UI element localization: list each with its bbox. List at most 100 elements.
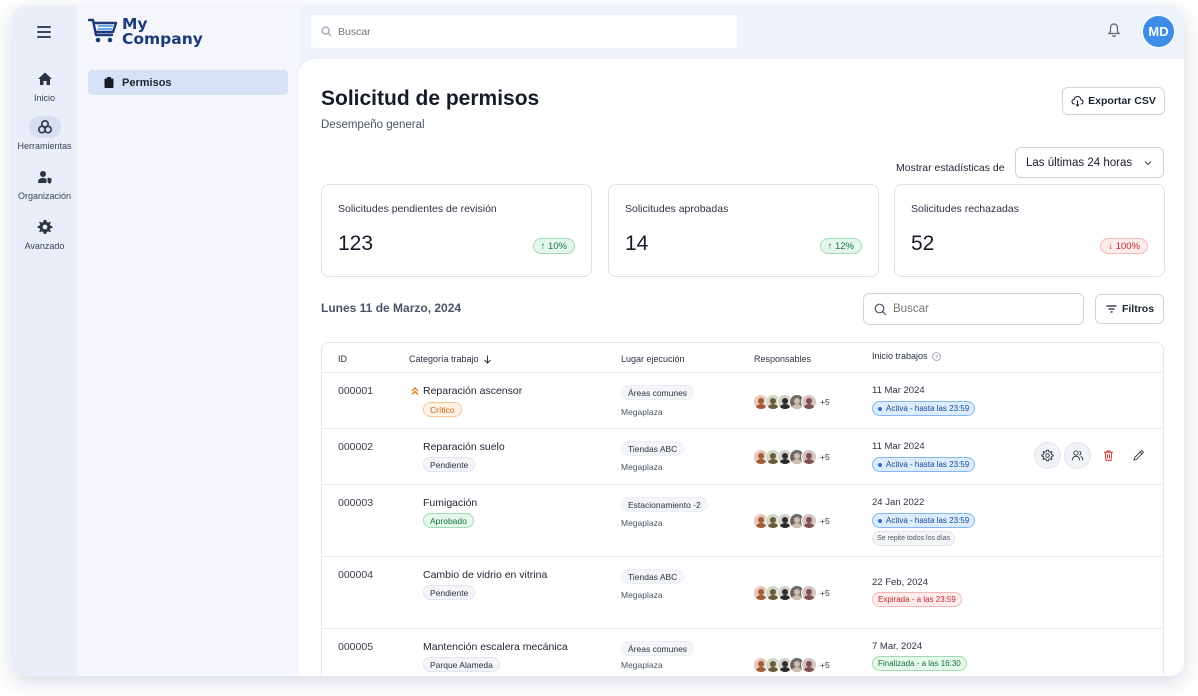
- sidebar-item-permisos[interactable]: Permisos: [88, 70, 288, 95]
- responsables-avatars[interactable]: +5: [753, 585, 830, 601]
- responsables-avatars[interactable]: +5: [753, 394, 830, 410]
- row-id: 000002: [338, 441, 374, 453]
- sidebar: My Company Permisos: [77, 6, 299, 676]
- assign-users-button[interactable]: [1064, 442, 1091, 469]
- status-tag: Pendiente: [423, 585, 476, 600]
- status-badge: Expirada - a las 23:59: [872, 592, 962, 607]
- filters-button[interactable]: Filtros: [1095, 294, 1164, 324]
- status-badge: Activa - hasta las 23:59: [872, 513, 976, 528]
- app-window: Inicio Herramientas Organización Avanzad…: [12, 6, 1184, 676]
- location-site: Megaplaza: [621, 660, 663, 670]
- responsables-avatars[interactable]: +5: [753, 657, 830, 673]
- column-header-id: ID: [338, 354, 347, 364]
- table-search-input[interactable]: [893, 303, 1073, 315]
- stat-label: Solicitudes aprobadas: [625, 203, 729, 215]
- stat-label: Solicitudes rechazadas: [911, 203, 1019, 215]
- stats-range-select[interactable]: Las últimas 24 horas: [1015, 147, 1164, 178]
- edit-button[interactable]: [1125, 442, 1152, 469]
- status-badge: Activa - hasta las 23:59: [872, 401, 976, 416]
- start-date: 11 Mar 2024: [872, 441, 925, 452]
- export-label: Exportar CSV: [1088, 95, 1156, 107]
- menu-icon[interactable]: [37, 26, 51, 38]
- avatar: [801, 449, 817, 465]
- page-title: Solicitud de permisos: [321, 87, 540, 110]
- location-site: Megaplaza: [621, 462, 663, 472]
- row-id: 000003: [338, 497, 374, 509]
- gear-icon: [1041, 449, 1054, 462]
- start-date: 11 Mar 2024: [872, 385, 925, 396]
- search-input[interactable]: [338, 25, 718, 38]
- column-header-category[interactable]: Categoría trabajo: [409, 354, 492, 364]
- permits-table: ID Categoría trabajo Lugar ejecución Res…: [321, 342, 1164, 676]
- status-tag: Parque Alameda: [423, 657, 500, 672]
- row-id: 000004: [338, 569, 374, 581]
- location-site: Megaplaza: [621, 590, 663, 600]
- responsables-avatars[interactable]: +5: [753, 449, 830, 465]
- clipboard-icon: [104, 77, 114, 88]
- rail-label: Organización: [17, 191, 72, 201]
- gear-icon: [29, 216, 61, 238]
- column-header-location: Lugar ejecución: [621, 354, 685, 364]
- location-chip: Áreas comunes: [621, 641, 695, 656]
- cart-icon: [88, 18, 118, 43]
- tools-icon: [28, 116, 61, 138]
- stat-value: 52: [911, 232, 935, 255]
- home-icon: [29, 68, 61, 90]
- row-id: 000005: [338, 641, 374, 653]
- avatar: [801, 657, 817, 673]
- arrow-down-icon: [483, 355, 491, 364]
- rail-item-avanzado[interactable]: Avanzado: [12, 216, 77, 251]
- start-date: 22 Feb, 2024: [872, 577, 928, 588]
- status-badge: Finalizada - a las 16:30: [872, 656, 967, 671]
- help-icon[interactable]: ?: [931, 351, 941, 361]
- stat-value: 123: [338, 232, 374, 255]
- rail-item-herramientas[interactable]: Herramientas: [12, 116, 77, 151]
- location-chip: Tiendas ABC: [621, 441, 685, 456]
- location-chip: Áreas comunes: [621, 385, 695, 400]
- location-chip: Tiendas ABC: [621, 569, 685, 584]
- status-tag: Pendiente: [423, 457, 476, 472]
- global-search[interactable]: [311, 15, 737, 48]
- logo-text: My Company: [122, 15, 203, 48]
- stat-label: Solicitudes pendientes de revisión: [338, 203, 497, 215]
- chevron-down-icon: [1144, 161, 1152, 166]
- responsables-avatars[interactable]: +5: [753, 513, 830, 529]
- row-category: Cambio de vidrio en vitrina: [423, 569, 548, 581]
- trash-icon: [1104, 450, 1113, 461]
- users-icon: [1071, 450, 1084, 461]
- table-row[interactable]: 000005 Mantención escalera mecánica Parq…: [322, 629, 1163, 676]
- pencil-icon: [1133, 450, 1144, 461]
- rail-item-inicio[interactable]: Inicio: [12, 68, 77, 103]
- row-id: 000001: [338, 385, 374, 397]
- filters-label: Filtros: [1121, 303, 1155, 315]
- bell-icon[interactable]: [1107, 22, 1121, 38]
- location-site: Megaplaza: [621, 407, 663, 417]
- list-date: Lunes 11 de Marzo, 2024: [321, 301, 462, 315]
- settings-button[interactable]: [1034, 442, 1061, 469]
- delete-button[interactable]: [1095, 442, 1122, 469]
- company-logo[interactable]: My Company: [88, 15, 203, 48]
- main-content: Solicitud de permisos Desempeño general …: [299, 59, 1184, 676]
- stat-card-pending: Solicitudes pendientes de revisión 123 ↑…: [321, 184, 592, 277]
- sidebar-item-label: Permisos: [122, 76, 172, 89]
- table-row[interactable]: 000004 Cambio de vidrio en vitrina Pendi…: [322, 557, 1163, 628]
- rail-label: Inicio: [33, 93, 55, 103]
- stat-delta-badge: ↓ 100%: [1100, 238, 1148, 254]
- more-responsables-count: +5: [820, 452, 830, 462]
- rail-item-organizacion[interactable]: Organización: [12, 166, 77, 201]
- rail-label: Herramientas: [17, 141, 72, 151]
- more-responsables-count: +5: [820, 588, 830, 598]
- cloud-download-icon: [1071, 95, 1084, 107]
- table-row[interactable]: 000003 Fumigación Aprobado Estacionamien…: [322, 485, 1163, 556]
- export-csv-button[interactable]: Exportar CSV: [1062, 87, 1165, 115]
- search-icon: [874, 303, 887, 315]
- table-search[interactable]: [863, 293, 1084, 325]
- user-avatar[interactable]: MD: [1142, 15, 1175, 48]
- table-row[interactable]: 000001 Reparación ascensor Crítico Áreas…: [322, 373, 1163, 428]
- more-responsables-count: +5: [820, 397, 830, 407]
- stat-card-approved: Solicitudes aprobadas 14 ↑ 12%: [608, 184, 879, 277]
- row-category: Reparación ascensor: [411, 385, 522, 397]
- table-row[interactable]: 000002 Reparación suelo Pendiente Tienda…: [322, 429, 1163, 484]
- stat-delta-badge: ↑ 12%: [819, 238, 862, 254]
- stats-range-label: Mostrar estadísticas de: [896, 162, 1005, 174]
